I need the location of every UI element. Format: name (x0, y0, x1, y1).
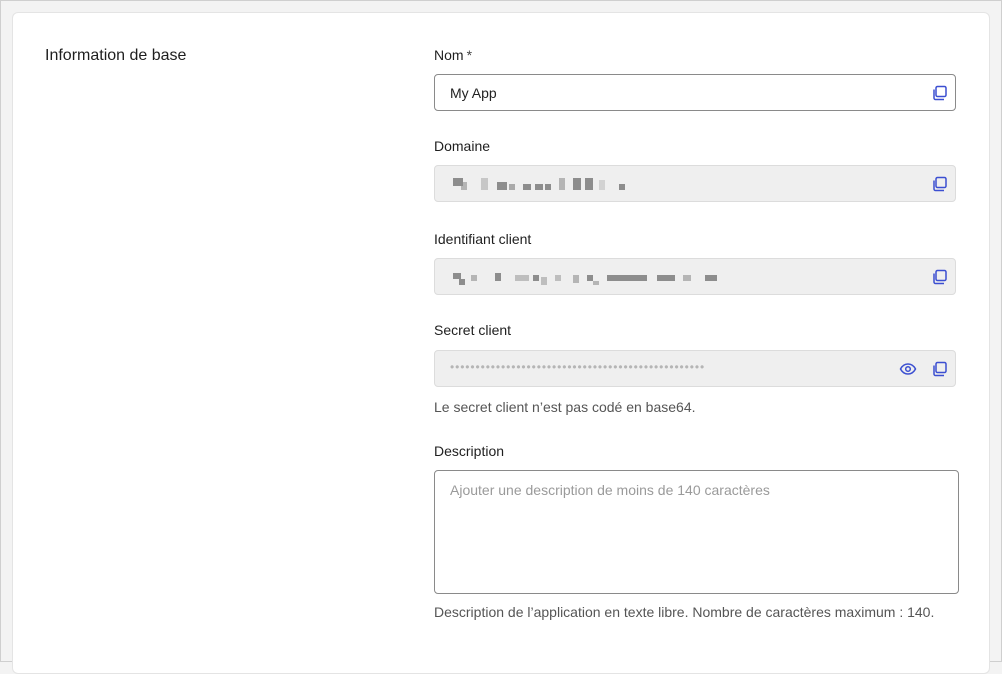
required-mark: * (466, 47, 473, 63)
client-secret-label: Secret client (434, 322, 512, 338)
copy-icon[interactable] (931, 268, 949, 286)
name-label-text: Nom (434, 47, 464, 63)
domain-label: Domaine (434, 138, 491, 154)
description-helper: Description de l’application en texte li… (434, 604, 935, 620)
copy-icon[interactable] (931, 175, 949, 193)
name-value: My App (450, 85, 497, 101)
domain-field (434, 165, 956, 202)
eye-icon[interactable] (899, 360, 917, 378)
client-id-field (434, 258, 956, 295)
settings-card: Information de base Nom* My App Domaine (12, 12, 990, 674)
description-label: Description (434, 443, 505, 459)
domain-redacted (449, 178, 749, 192)
copy-icon[interactable] (931, 360, 949, 378)
client-secret-masked: ••••••••••••••••••••••••••••••••••••••••… (450, 360, 706, 374)
client-secret-helper: Le secret client n’est pas codé en base6… (434, 399, 696, 415)
name-label: Nom * (434, 47, 472, 63)
client-id-redacted (449, 271, 749, 285)
description-placeholder: Ajouter une description de moins de 140 … (450, 482, 770, 498)
client-id-label: Identifiant client (434, 231, 532, 247)
description-textarea[interactable]: Ajouter une description de moins de 140 … (434, 470, 959, 594)
client-secret-field: ••••••••••••••••••••••••••••••••••••••••… (434, 350, 956, 387)
section-title: Information de base (45, 47, 187, 64)
name-input[interactable]: My App (434, 74, 956, 111)
copy-icon[interactable] (931, 84, 949, 102)
